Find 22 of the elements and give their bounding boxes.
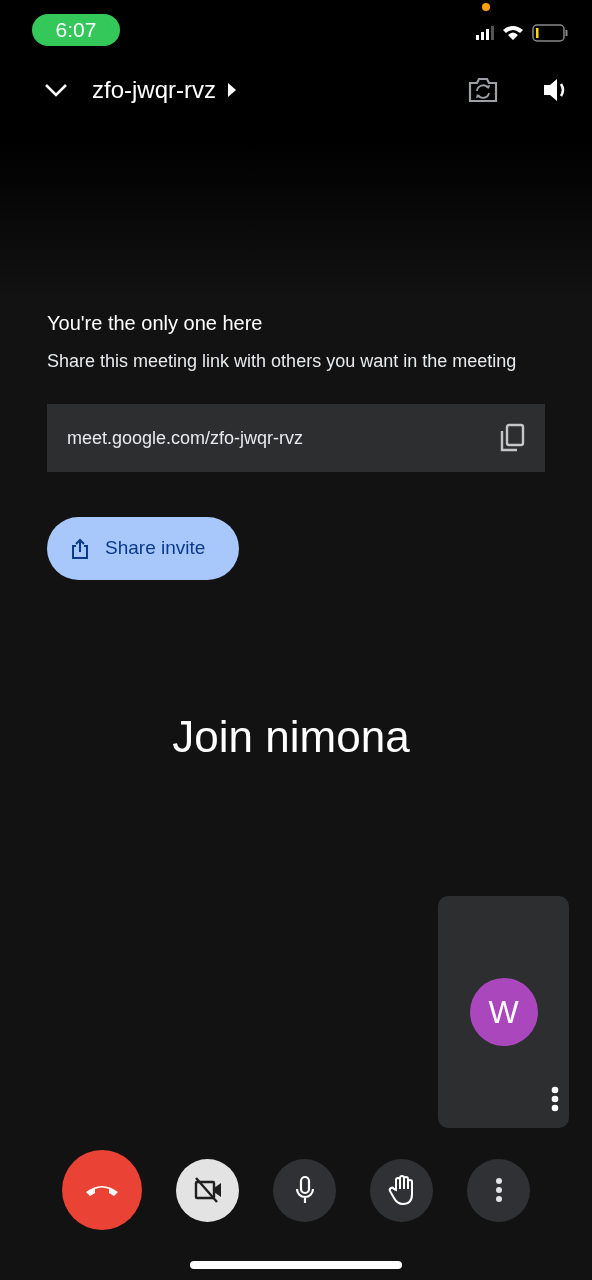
clock-time: 6:07 (32, 14, 120, 46)
share-icon (71, 537, 89, 560)
battery-icon (532, 24, 568, 42)
camera-switch-icon[interactable] (468, 77, 498, 103)
copy-icon[interactable] (499, 423, 525, 453)
caret-right-icon[interactable] (228, 83, 236, 97)
more-options-icon (494, 1177, 503, 1203)
share-invite-button[interactable]: Share invite (47, 517, 240, 580)
join-title: Join nimona (171, 711, 411, 763)
microphone-icon (293, 1175, 316, 1205)
info-title: You're the only one here (47, 311, 264, 336)
chevron-down-icon[interactable] (44, 82, 68, 98)
signal-icon (476, 26, 494, 40)
wifi-icon (502, 25, 524, 41)
meeting-link[interactable]: meet.google.com/zfo-jwqr-rvz (67, 424, 304, 452)
avatar: W (469, 978, 538, 1046)
meeting-code[interactable]: zfo-jwqr-rvz (92, 72, 216, 108)
more-options-icon[interactable] (551, 1086, 559, 1112)
privacy-dot-icon (482, 3, 490, 11)
camera-off-icon (192, 1176, 223, 1204)
hand-icon (387, 1174, 416, 1206)
info-message: Share this meeting link with others you want in the meeting (47, 350, 518, 373)
